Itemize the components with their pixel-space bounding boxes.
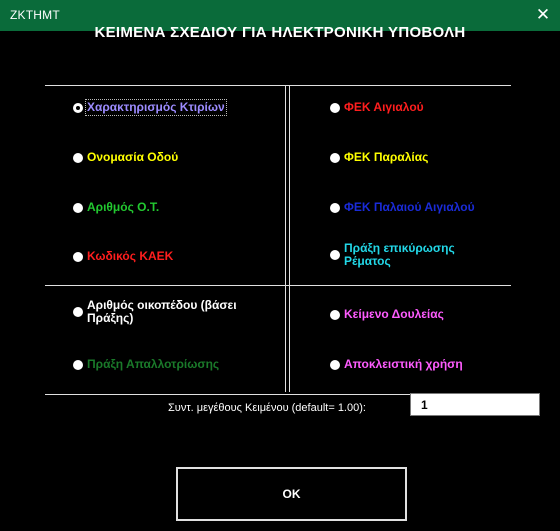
label-ot-number: Αριθμός Ο.Τ. [87,200,160,214]
option-kaek-code[interactable]: Κωδικός ΚΑΕΚ [73,250,273,263]
ok-button[interactable]: OK [176,467,407,521]
radio-ot-number[interactable] [73,202,83,213]
option-stream-act[interactable]: Πράξη επικύρωσης Ρέματος [330,242,530,268]
radio-plot-number[interactable] [73,307,83,317]
option-servitude-text[interactable]: Κείμενο Δουλείας [330,308,530,321]
label-expropriation: Πράξη Απαλλοτρίωσης [87,357,220,371]
radio-servitude-text[interactable] [330,309,340,320]
column-divider-left [285,86,286,392]
label-fek-old-shore: ΦΕΚ Παλαιού Αιγιαλού [344,200,475,214]
option-fek-shore[interactable]: ΦΕΚ Αιγιαλού [330,101,530,114]
radio-expropriation[interactable] [73,359,83,370]
column-divider-right [289,86,290,392]
label-servitude-text: Κείμενο Δουλείας [344,307,444,321]
option-expropriation[interactable]: Πράξη Απαλλοτρίωσης [73,358,273,371]
radio-fek-old-shore[interactable] [330,202,340,213]
middle-divider [45,285,511,286]
option-street-name[interactable]: Ονομασία Οδού [73,151,273,164]
label-kaek-code: Κωδικός ΚΑΕΚ [87,249,174,263]
label-exclusive-use: Αποκλειστική χρήση [344,357,463,371]
top-divider [45,85,511,86]
radio-stream-act[interactable] [330,250,340,260]
option-ot-number[interactable]: Αριθμός Ο.Τ. [73,201,273,214]
label-fek-beach: ΦΕΚ Παραλίας [344,150,429,164]
radio-kaek-code[interactable] [73,251,83,262]
dialog-heading: ΚΕΙΜΕΝΑ ΣΧΕΔΙΟΥ ΓΙΑ ΗΛΕΚΤΡΟΝΙΚΗ ΥΠΟΒΟΛΗ [94,24,466,41]
radio-fek-shore[interactable] [330,102,340,113]
label-fek-shore: ΦΕΚ Αιγιαλού [344,100,424,114]
option-fek-beach[interactable]: ΦΕΚ Παραλίας [330,151,530,164]
window-title: ΖΚΤΗΜΤ [10,8,60,22]
radio-exclusive-use[interactable] [330,359,340,370]
option-exclusive-use[interactable]: Αποκλειστική χρήση [330,358,530,371]
label-characterization: Χαρακτηρισμός Κτιρίων [85,99,227,116]
radio-characterization[interactable] [73,102,83,113]
option-fek-old-shore[interactable]: ΦΕΚ Παλαιού Αιγιαλού [330,201,530,214]
text-size-input[interactable] [410,393,540,416]
label-stream-act: Πράξη επικύρωσης Ρέματος [344,241,455,268]
radio-fek-beach[interactable] [330,152,340,163]
option-characterization[interactable]: Χαρακτηρισμός Κτιρίων [73,99,273,116]
radio-street-name[interactable] [73,152,83,163]
option-plot-number[interactable]: Αριθμός οικοπέδου (βάσει Πράξης) [73,299,273,325]
text-size-label: Συντ. μεγέθους Κειμένου (default= 1.00): [168,402,366,414]
label-street-name: Ονομασία Οδού [87,150,179,164]
label-plot-number: Αριθμός οικοπέδου (βάσει Πράξης) [87,298,237,325]
